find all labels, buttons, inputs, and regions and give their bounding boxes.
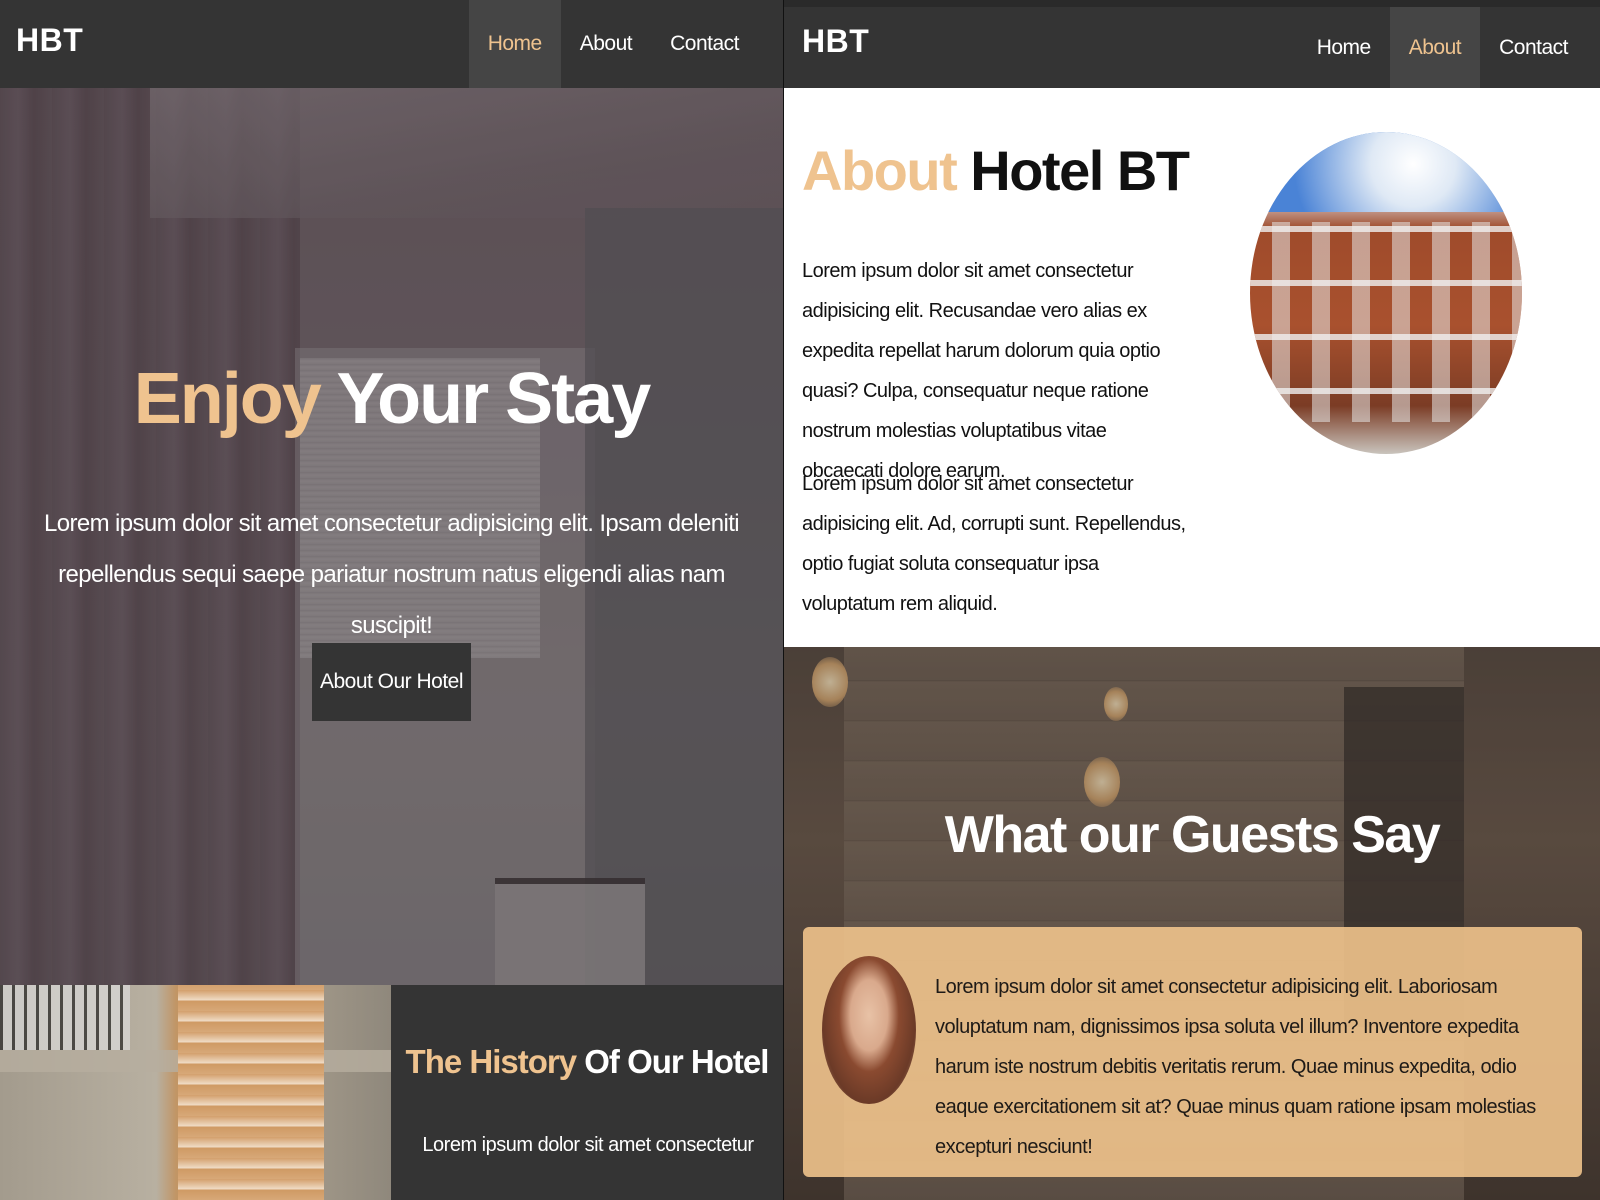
hero-title: Enjoy Your Stay — [0, 358, 783, 440]
nav-links: Home About Contact — [468, 0, 758, 88]
about-paragraph-1: Lorem ipsum dolor sit amet consectetur a… — [802, 260, 1161, 482]
testimonials-section: What our Guests Say Lorem ipsum dolor si… — [784, 647, 1600, 1200]
about-title: About Hotel BT — [802, 138, 1190, 203]
nav-link-home[interactable]: Home — [1298, 7, 1390, 88]
hero-section: Enjoy Your Stay Lorem ipsum dolor sit am… — [0, 88, 783, 985]
brand-logo[interactable]: HBT — [16, 22, 83, 59]
right-navbar: HBT Home About Contact — [784, 0, 1600, 88]
nav-links: Home About Contact — [1298, 7, 1587, 88]
history-title-accent: The History — [405, 1043, 578, 1080]
history-image-railing — [0, 985, 130, 1050]
hotel-image-floors — [1250, 222, 1522, 442]
testimonial-text: Lorem ipsum dolor sit amet consectetur a… — [935, 976, 1536, 1158]
hotel-building-image — [1250, 132, 1522, 454]
nav-link-about[interactable]: About — [1389, 7, 1481, 88]
about-title-rest: Hotel BT — [970, 139, 1190, 202]
history-title: The History Of Our Hotel — [391, 1043, 783, 1081]
brand-logo[interactable]: HBT — [802, 23, 869, 60]
hotel-image-sky — [1250, 132, 1522, 212]
guest-avatar — [822, 956, 916, 1104]
nav-link-contact[interactable]: Contact — [1480, 7, 1587, 88]
history-section: The History Of Our Hotel Lorem ipsum dol… — [0, 985, 783, 1200]
left-navbar: HBT Home About Contact — [0, 0, 783, 88]
testimonial-card: Lorem ipsum dolor sit amet consectetur a… — [803, 927, 1582, 1177]
history-description: Lorem ipsum dolor sit amet consectetur — [422, 1134, 754, 1156]
nav-link-home[interactable]: Home — [468, 0, 561, 88]
history-building-image — [0, 985, 391, 1200]
right-browser-pane: HBT Home About Contact About Hotel BT Lo… — [784, 0, 1600, 1200]
nav-link-contact[interactable]: Contact — [651, 0, 758, 88]
nav-link-about[interactable]: About — [561, 0, 651, 88]
history-title-rest: Of Our Hotel — [584, 1043, 769, 1080]
testimonials-title: What our Guests Say — [944, 806, 1441, 864]
history-image-bricks — [178, 985, 324, 1200]
about-title-accent: About — [802, 139, 958, 202]
hero-title-accent: Enjoy — [133, 359, 322, 439]
about-section: About Hotel BT Lorem ipsum dolor sit ame… — [784, 88, 1600, 647]
hero-description: Lorem ipsum dolor sit amet consectetur a… — [43, 510, 740, 639]
left-browser-pane: HBT Home About Contact Enjoy Your Stay L… — [0, 0, 783, 1200]
hero-title-rest: Your Stay — [336, 359, 651, 439]
about-our-hotel-button[interactable]: About Our Hotel — [312, 643, 471, 721]
about-paragraph-2: Lorem ipsum dolor sit amet consectetur a… — [802, 473, 1186, 615]
